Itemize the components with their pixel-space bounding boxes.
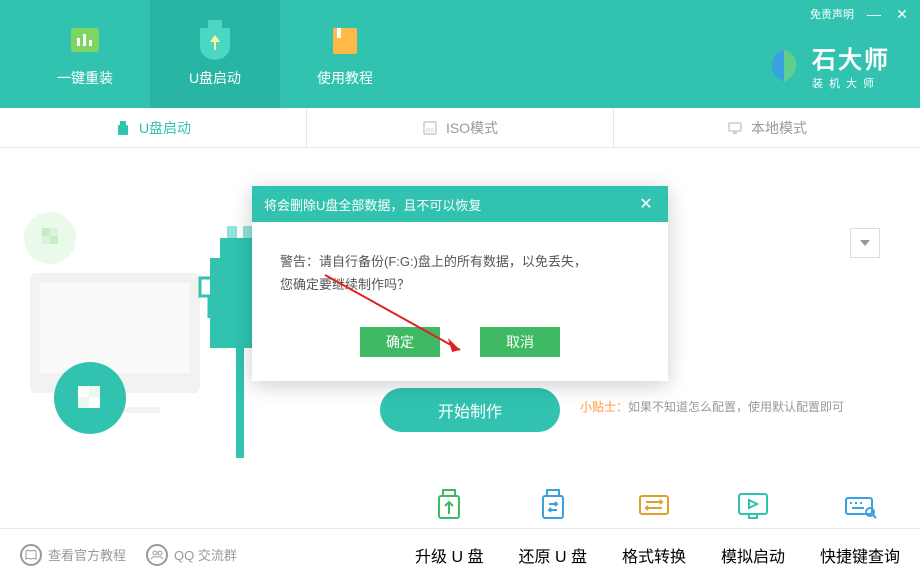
tool-label: 格式转换 xyxy=(622,543,686,567)
modal-close-button[interactable]: ✕ xyxy=(636,194,656,214)
confirm-modal: 将会删除U盘全部数据，且不可以恢复 ✕ 警告：请自行备份(F:G:)盘上的所有数… xyxy=(252,186,668,381)
disclaimer-link[interactable]: 免责声明 xyxy=(810,6,854,22)
brand: 石大师 装机大师 xyxy=(766,40,890,91)
modal-body: 警告：请自行备份(F:G:)盘上的所有数据，以免丢失， 您确定要继续制作吗？ xyxy=(252,222,668,317)
footer-link-label: 查看官方教程 xyxy=(48,545,126,564)
nav-label: 一键重装 xyxy=(57,68,113,88)
brand-subtitle: 装机大师 xyxy=(812,75,890,91)
confirm-button[interactable]: 确定 xyxy=(360,327,440,357)
cancel-button[interactable]: 取消 xyxy=(480,327,560,357)
convert-icon xyxy=(636,488,672,524)
header: 免责声明 — ✕ 一键重装 U盘启动 使用教程 石大师 装机大师 xyxy=(0,0,920,108)
tip-text: 小贴士：如果不知道怎么配置，使用默认配置即可 xyxy=(580,398,844,415)
modal-warning-line1: 警告：请自行备份(F:G:)盘上的所有数据，以免丢失， xyxy=(280,250,640,273)
mode-tab-iso[interactable]: ISO ISO模式 xyxy=(307,108,614,147)
nav-tab-tutorial[interactable]: 使用教程 xyxy=(280,0,410,108)
qq-group-link[interactable]: QQ 交流群 xyxy=(146,544,237,566)
tool-label: 模拟启动 xyxy=(721,543,785,567)
nav-tabs: 一键重装 U盘启动 使用教程 xyxy=(0,0,410,108)
brand-logo-icon xyxy=(766,48,802,84)
minimize-button[interactable]: — xyxy=(866,6,882,22)
upgrade-usb-icon xyxy=(431,488,467,524)
tool-upgrade-usb[interactable]: 升级 U 盘 xyxy=(415,543,483,567)
footer: 查看官方教程 QQ 交流群 升级 U 盘 还原 U 盘 格式转换 模拟启动 xyxy=(0,528,920,580)
tool-restore-usb[interactable]: 还原 U 盘 xyxy=(519,543,587,567)
tool-hotkey-query[interactable]: 快捷键查询 xyxy=(820,543,900,567)
nav-label: U盘启动 xyxy=(189,68,241,88)
bar-chart-icon xyxy=(65,20,105,60)
mode-tab-local[interactable]: 本地模式 xyxy=(614,108,920,147)
book-icon xyxy=(325,20,365,60)
mode-label: U盘启动 xyxy=(139,118,191,138)
tip-label: 小贴士： xyxy=(580,400,628,414)
chevron-down-icon xyxy=(860,240,870,246)
tutorial-link[interactable]: 查看官方教程 xyxy=(20,544,126,566)
mode-label: ISO模式 xyxy=(446,118,498,138)
modal-warning-line2: 您确定要继续制作吗？ xyxy=(280,273,640,296)
start-button[interactable]: 开始制作 xyxy=(380,388,560,432)
nav-tab-reinstall[interactable]: 一键重装 xyxy=(20,0,150,108)
keyboard-search-icon xyxy=(842,488,878,524)
usb-shield-icon xyxy=(195,20,235,60)
modal-title: 将会删除U盘全部数据，且不可以恢复 xyxy=(264,195,481,214)
mode-tabs: U盘启动 ISO ISO模式 本地模式 xyxy=(0,108,920,148)
mode-tab-usb[interactable]: U盘启动 xyxy=(0,108,307,147)
footer-link-label: QQ 交流群 xyxy=(174,545,237,564)
tool-format-convert[interactable]: 格式转换 xyxy=(622,543,686,567)
brand-title: 石大师 xyxy=(812,40,890,75)
tool-simulate-boot[interactable]: 模拟启动 xyxy=(721,543,785,567)
tool-label: 还原 U 盘 xyxy=(519,543,587,567)
tool-label: 升级 U 盘 xyxy=(415,543,483,567)
nav-tab-usb[interactable]: U盘启动 xyxy=(150,0,280,108)
header-controls: 免责声明 — ✕ xyxy=(810,6,910,22)
simulate-icon xyxy=(735,488,771,524)
modal-footer: 确定 取消 xyxy=(252,317,668,381)
modal-header: 将会删除U盘全部数据，且不可以恢复 ✕ xyxy=(252,186,668,222)
dropdown-toggle[interactable] xyxy=(850,228,880,258)
restore-usb-icon xyxy=(535,488,571,524)
people-icon xyxy=(146,544,168,566)
close-button[interactable]: ✕ xyxy=(894,6,910,22)
desktop-icon xyxy=(727,120,743,136)
usb-icon xyxy=(115,120,131,136)
book-open-icon xyxy=(20,544,42,566)
mode-label: 本地模式 xyxy=(751,118,807,138)
iso-icon: ISO xyxy=(422,120,438,136)
svg-text:ISO: ISO xyxy=(426,128,435,134)
tool-label: 快捷键查询 xyxy=(820,543,900,567)
nav-label: 使用教程 xyxy=(317,68,373,88)
tip-content: 如果不知道怎么配置，使用默认配置即可 xyxy=(628,400,844,414)
